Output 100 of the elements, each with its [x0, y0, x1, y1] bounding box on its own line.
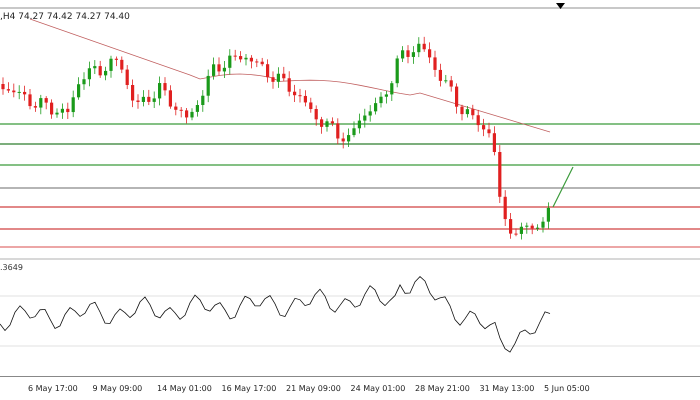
- candlestick: [104, 66, 108, 81]
- candlestick: [88, 61, 91, 87]
- candlestick: [514, 228, 518, 237]
- candlestick: [384, 90, 388, 104]
- candlestick: [314, 105, 318, 126]
- time-axis-label: 5 Jun 05:00: [544, 384, 591, 392]
- trend-line: [552, 166, 574, 208]
- candlestick: [206, 69, 210, 103]
- candlestick: [546, 202, 550, 229]
- time-axis-label: 9 May 09:00: [92, 384, 144, 392]
- candlestick: [98, 60, 102, 78]
- candlestick: [536, 224, 540, 232]
- candlestick: [1, 76, 5, 96]
- candlestick: [266, 58, 270, 83]
- candlestick: [50, 99, 54, 120]
- candlestick: [163, 76, 167, 96]
- symbol-price-legend: ,H4 74.27 74.42 74.27 74.40: [0, 12, 130, 22]
- candlestick: [60, 103, 64, 120]
- candlestick: [55, 108, 59, 118]
- candlestick: [126, 64, 129, 90]
- time-axis-label: 16 May 17:00: [222, 384, 278, 392]
- candlestick: [82, 72, 86, 90]
- candlestick: [196, 100, 199, 118]
- candlestick: [39, 94, 42, 115]
- candlestick: [147, 89, 150, 106]
- candlestick: [520, 222, 523, 240]
- candlestick: [433, 50, 437, 78]
- candlestick: [390, 80, 394, 102]
- candlestick: [152, 91, 156, 108]
- candlestick: [298, 88, 302, 103]
- candlestick: [217, 56, 221, 76]
- triangle-marker-icon: [556, 3, 565, 9]
- candlestick: [12, 83, 16, 98]
- candlestick: [66, 102, 70, 120]
- candlestick: [180, 106, 183, 118]
- candlestick: [325, 118, 329, 132]
- candlestick: [93, 60, 96, 74]
- candlestick: [342, 132, 345, 149]
- candlestick: [466, 106, 469, 118]
- candlestick: [136, 94, 140, 110]
- candlestick: [158, 76, 162, 106]
- candlestick: [428, 42, 432, 64]
- candlestick: [368, 104, 372, 122]
- candlestick: [185, 108, 188, 124]
- candlestick: [6, 82, 10, 94]
- time-axis-label: 31 May 13:00: [480, 384, 536, 392]
- candlestick: [244, 54, 248, 66]
- candlestick: [168, 84, 172, 110]
- candlestick: [239, 50, 242, 63]
- candlestick: [455, 82, 458, 114]
- candlestick: [222, 60, 226, 78]
- candlestick: [77, 76, 80, 100]
- candlestick: [276, 66, 280, 88]
- candlestick: [114, 56, 118, 67]
- candlestick: [174, 102, 178, 116]
- time-axis-label: 24 May 01:00: [350, 384, 406, 392]
- candlestick: [444, 74, 448, 84]
- candlestick: [260, 58, 264, 67]
- candlestick: [34, 101, 37, 112]
- candlestick: [320, 116, 324, 134]
- candlestick: [330, 116, 334, 126]
- time-axis-label: 14 May 01:00: [157, 384, 213, 392]
- candlestick: [482, 118, 486, 136]
- candlestick: [23, 85, 26, 101]
- candlestick: [271, 71, 275, 90]
- candlestick: [460, 104, 464, 121]
- candlestick: [250, 54, 253, 69]
- candlestick: [422, 36, 426, 52]
- candlestick: [212, 57, 216, 80]
- candlestick: [18, 84, 21, 100]
- candlestick: [412, 46, 415, 64]
- candlestick: [379, 92, 383, 108]
- candlestick: [476, 109, 480, 132]
- candlestick: [28, 88, 32, 110]
- candlestick: [401, 46, 404, 62]
- candlestick: [347, 128, 350, 148]
- candlestick: [255, 58, 258, 68]
- time-axis-label: 6 May 17:00: [28, 384, 79, 392]
- candlestick: [336, 118, 340, 145]
- candlestick: [492, 126, 496, 156]
- candlestick: [131, 79, 134, 108]
- candlestick: [201, 90, 204, 112]
- time-axis-label: 28 May 21:00: [415, 384, 471, 392]
- candlestick: [44, 96, 48, 110]
- candlestick: [438, 63, 442, 87]
- candlestick: [406, 44, 410, 64]
- candlestick: [450, 76, 453, 92]
- candlestick: [530, 223, 534, 235]
- candlestick: [234, 49, 237, 62]
- candlestick: [190, 108, 194, 121]
- candlestick: [358, 113, 361, 134]
- candlestick: [228, 48, 232, 75]
- candlestick: [525, 222, 528, 234]
- candlestick: [288, 70, 291, 97]
- candlestick: [304, 90, 307, 107]
- candlestick: [374, 97, 378, 115]
- indicator-value: .3649: [0, 263, 23, 272]
- candlestick: [471, 104, 474, 120]
- candlestick: [498, 144, 502, 204]
- candlestick: [487, 122, 491, 138]
